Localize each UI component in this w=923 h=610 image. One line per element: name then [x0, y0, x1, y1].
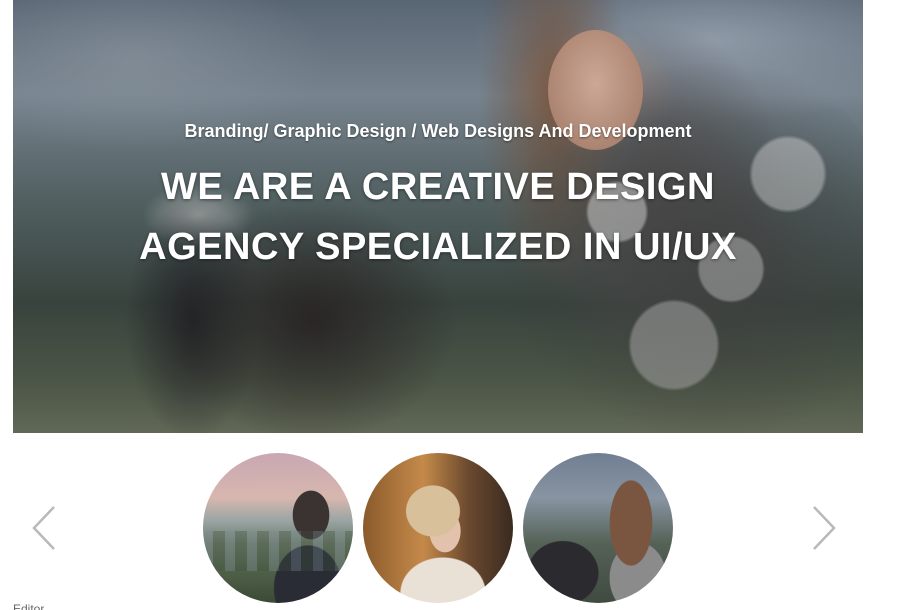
cut-off-caption: Editor — [13, 603, 45, 610]
carousel-next-button[interactable] — [808, 505, 838, 551]
carousel-thumb-3[interactable] — [523, 453, 673, 603]
carousel-thumb-2[interactable] — [363, 453, 513, 603]
carousel-prev-button[interactable] — [30, 505, 60, 551]
hero-overlay — [13, 0, 863, 433]
carousel-thumb-1[interactable] — [203, 453, 353, 603]
hero-title-line-2: AGENCY SPECIALIZED IN UI/UX — [139, 226, 737, 268]
chevron-right-icon — [813, 506, 836, 550]
chevron-left-icon — [32, 506, 55, 550]
hero-subtitle: Branding/ Graphic Design / Web Designs A… — [184, 121, 692, 141]
hero-title-line-1: WE ARE A CREATIVE DESIGN — [161, 166, 715, 208]
hero-banner: Branding/ Graphic Design / Web Designs A… — [13, 0, 863, 433]
